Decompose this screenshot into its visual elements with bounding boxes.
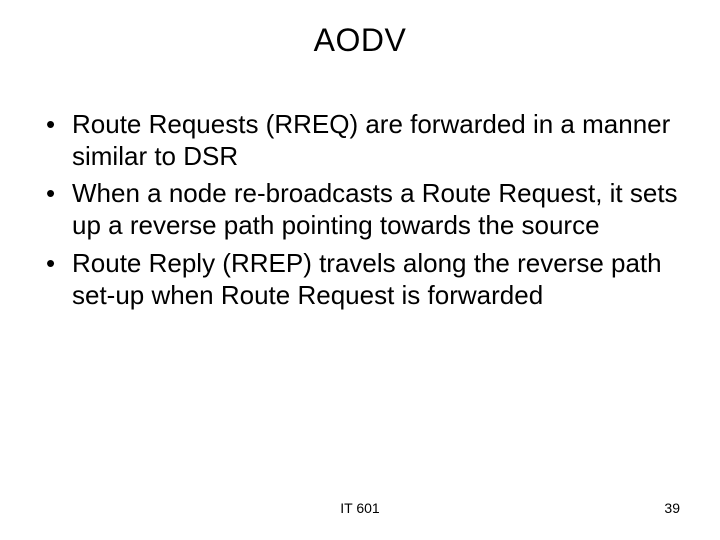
footer-page-number: 39 <box>664 500 680 516</box>
footer-course: IT 601 <box>0 500 720 516</box>
slide: AODV Route Requests (RREQ) are forwarded… <box>0 0 720 540</box>
list-item: When a node re-broadcasts a Route Reques… <box>40 178 680 241</box>
list-item: Route Requests (RREQ) are forwarded in a… <box>40 109 680 172</box>
bullet-list: Route Requests (RREQ) are forwarded in a… <box>40 109 680 311</box>
slide-title: AODV <box>40 22 680 59</box>
list-item: Route Reply (RREP) travels along the rev… <box>40 248 680 311</box>
